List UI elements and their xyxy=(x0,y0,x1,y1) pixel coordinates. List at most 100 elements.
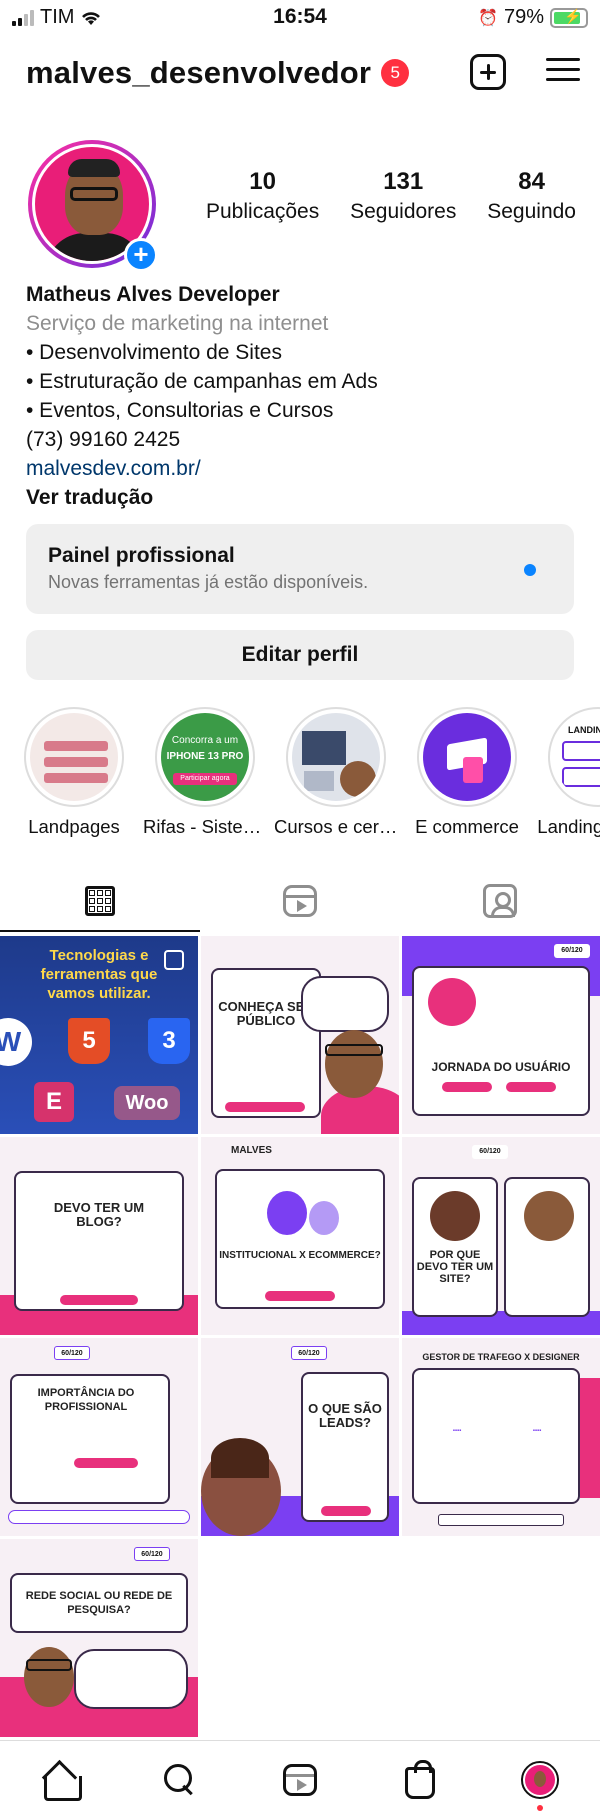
grid-icon xyxy=(85,886,115,916)
profile-link[interactable]: malvesdev.com.br/ xyxy=(26,454,574,483)
nav-search[interactable] xyxy=(120,1741,240,1819)
profile-stats: 10 Publicações 131 Seguidores 84 Seguind… xyxy=(206,168,576,224)
new-indicator-dot xyxy=(524,564,536,576)
highlight-ecommerce[interactable]: E commerce xyxy=(415,707,519,847)
posts-grid: Tecnologias e ferramentas que vamos util… xyxy=(0,936,600,1737)
post-counter: 60/120 xyxy=(54,1346,90,1360)
profile-name: Matheus Alves Developer xyxy=(26,283,280,306)
bio-line: • Estruturação de campanhas em Ads xyxy=(26,370,378,393)
post-gestor-designer[interactable]: GESTOR DE TRAFEGO X DESIGNER ▪▪▪▪ ▪▪▪▪ xyxy=(402,1338,600,1536)
tab-tagged[interactable] xyxy=(400,870,600,932)
stat-followers[interactable]: 131 Seguidores xyxy=(350,168,456,224)
rifas-cta: Participar agora xyxy=(173,773,237,785)
highlight-landpages[interactable]: Landpages xyxy=(24,707,124,847)
post-brand: MALVES xyxy=(231,1145,272,1156)
stat-following-value: 84 xyxy=(518,168,545,195)
profile-header: malves_desenvolvedor 5 xyxy=(26,48,580,98)
post-leads[interactable]: 60/120 O QUE SÃO LEADS? xyxy=(201,1338,399,1536)
panel-subtitle: Novas ferramentas já estão disponíveis. xyxy=(48,572,369,592)
battery-percent: 79% xyxy=(503,6,544,28)
landing-text: LANDIN xyxy=(568,725,600,735)
css3-logo: 3 xyxy=(148,1018,190,1064)
tagged-icon xyxy=(483,884,517,918)
nav-profile[interactable] xyxy=(480,1741,600,1819)
activity-dot xyxy=(537,1805,543,1811)
rifas-text: IPHONE 13 PRO xyxy=(166,751,244,762)
highlight-label: Cursos e certificados xyxy=(274,816,398,837)
post-title: POR QUE DEVO TER UM SITE? xyxy=(416,1249,494,1285)
home-icon xyxy=(42,1764,82,1801)
post-counter: 60/120 xyxy=(472,1145,508,1159)
nav-home[interactable] xyxy=(0,1741,120,1819)
professional-dashboard[interactable]: Painel profissional Novas ferramentas já… xyxy=(26,524,574,614)
profile-category: Serviço de marketing na internet xyxy=(26,312,329,335)
carousel-icon xyxy=(164,950,184,970)
post-counter: 60/120 xyxy=(554,944,590,958)
panel-title: Painel profissional xyxy=(48,544,235,567)
post-title: IMPORTÂNCIA DO PROFISSIONAL xyxy=(37,1387,135,1413)
post-jornada-usuario[interactable]: 60/120 JORNADA DO USUÁRIO xyxy=(402,936,600,1134)
post-counter: 60/120 xyxy=(291,1346,327,1360)
profile-tabs xyxy=(0,870,600,932)
post-title: DEVO TER UM BLOG? xyxy=(53,1200,145,1229)
post-title: GESTOR DE TRAFEGO X DESIGNER xyxy=(422,1352,580,1362)
post-institucional[interactable]: MALVES INSTITUCIONAL X ECOMMERCE? xyxy=(201,1137,399,1335)
stat-following[interactable]: 84 Seguindo xyxy=(487,168,576,224)
avatar xyxy=(521,1761,559,1799)
bio-phone: (73) 99160 2425 xyxy=(26,428,181,451)
reels-icon xyxy=(283,1764,317,1796)
highlight-label: Rifas - Sistema xyxy=(143,816,267,837)
translate-link[interactable]: Ver tradução xyxy=(26,483,574,512)
stat-posts-label: Publicações xyxy=(206,200,320,223)
notification-badge[interactable]: 5 xyxy=(381,59,410,87)
post-rede-social[interactable]: 60/120 REDE SOCIAL OU REDE DE PESQUISA? xyxy=(0,1539,198,1737)
shopping-bag-icon xyxy=(405,1760,435,1799)
post-tecnologias[interactable]: Tecnologias e ferramentas que vamos util… xyxy=(0,936,198,1134)
highlight-rifas[interactable]: Concorra a um IPHONE 13 PRO Participar a… xyxy=(143,707,267,847)
post-importancia[interactable]: 60/120 IMPORTÂNCIA DO PROFISSIONAL xyxy=(0,1338,198,1536)
elementor-logo: E xyxy=(34,1082,74,1122)
create-post-button[interactable] xyxy=(470,54,506,90)
bio-line: • Eventos, Consultorias e Cursos xyxy=(26,399,334,422)
rifas-text: Concorra a um xyxy=(171,735,239,746)
search-icon xyxy=(164,1764,196,1796)
stat-followers-label: Seguidores xyxy=(350,200,457,223)
bottom-navigation xyxy=(0,1740,600,1819)
nav-reels[interactable] xyxy=(240,1741,360,1819)
highlight-label: E commerce xyxy=(415,816,519,837)
highlight-cursos[interactable]: Cursos e certificados xyxy=(274,707,398,847)
post-blog[interactable]: DEVO TER UM BLOG? xyxy=(0,1137,198,1335)
highlight-landing[interactable]: LANDIN Landing pages xyxy=(537,707,600,847)
nav-shop[interactable] xyxy=(360,1741,480,1819)
stat-following-label: Seguindo xyxy=(487,200,576,223)
html5-logo: 5 xyxy=(68,1018,110,1064)
tab-posts[interactable] xyxy=(0,870,200,932)
post-site[interactable]: 60/120 POR QUE DEVO TER UM SITE? xyxy=(402,1137,600,1335)
battery-icon: ⚡ xyxy=(550,7,588,28)
post-title: REDE SOCIAL OU REDE DE PESQUISA? xyxy=(25,1590,173,1616)
post-title: INSTITUCIONAL X ECOMMERCE? xyxy=(219,1250,381,1261)
post-conheca-publico[interactable]: CONHEÇA SEU PÚBLICO xyxy=(201,936,399,1134)
profile-bio: Matheus Alves Developer Serviço de marke… xyxy=(26,280,574,512)
post-counter: 60/120 xyxy=(134,1547,170,1561)
edit-profile-button[interactable]: Editar perfil xyxy=(26,630,574,680)
add-story-button[interactable]: + xyxy=(124,238,158,272)
bio-line: • Desenvolvimento de Sites xyxy=(26,341,282,364)
stat-followers-value: 131 xyxy=(383,168,424,195)
stat-posts-value: 10 xyxy=(249,168,276,195)
post-title: O QUE SÃO LEADS? xyxy=(308,1401,382,1430)
menu-button[interactable] xyxy=(546,56,580,84)
tab-reels[interactable] xyxy=(200,870,400,932)
reels-icon xyxy=(283,885,317,917)
post-title: Tecnologias e ferramentas que vamos util… xyxy=(40,947,158,1002)
alarm-icon: ⏰ xyxy=(478,9,498,27)
status-bar: TIM 16:54 ⏰ 79% ⚡ xyxy=(0,0,600,34)
post-title: JORNADA DO USUÁRIO xyxy=(431,1060,571,1074)
status-right: ⏰ 79% ⚡ xyxy=(478,6,588,29)
highlight-label: Landing pages xyxy=(537,816,600,837)
username[interactable]: malves_desenvolvedor xyxy=(26,55,371,91)
highlight-label: Landpages xyxy=(28,816,120,837)
woocommerce-logo: Woo xyxy=(114,1086,180,1120)
profile-avatar[interactable]: + xyxy=(28,140,162,274)
stat-posts[interactable]: 10 Publicações xyxy=(206,168,319,224)
